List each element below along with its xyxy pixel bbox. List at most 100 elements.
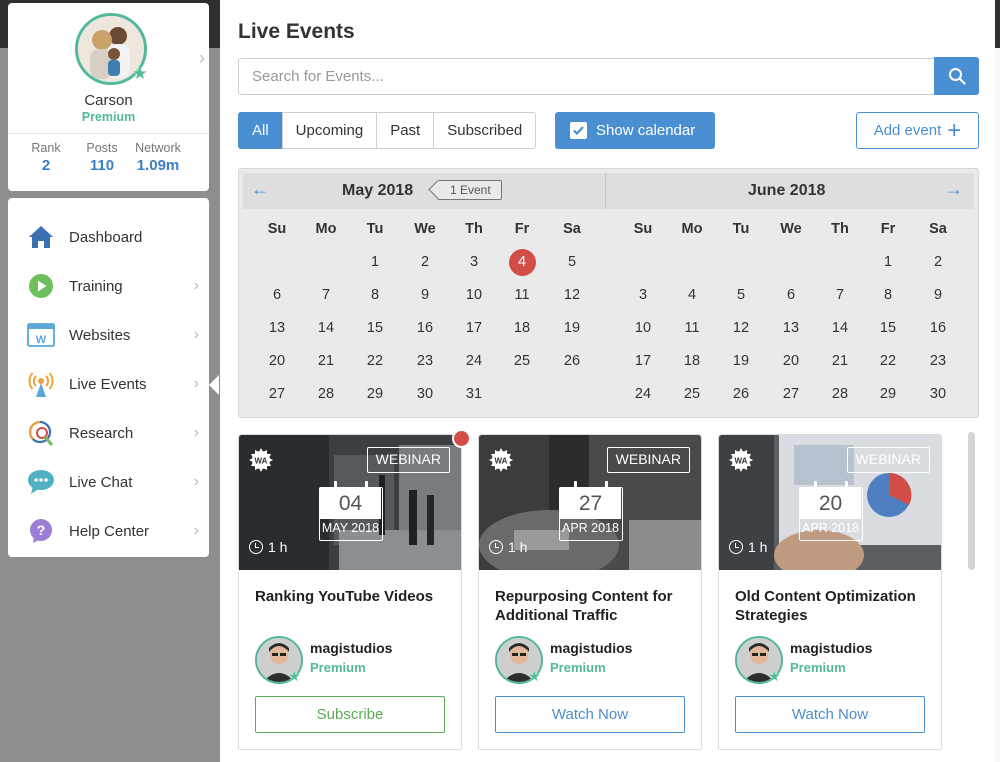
calendar-day[interactable]: 6 bbox=[257, 287, 297, 303]
search-input[interactable] bbox=[238, 58, 935, 95]
calendar-day[interactable]: 1 bbox=[355, 254, 395, 270]
calendar-day[interactable]: 29 bbox=[355, 386, 395, 402]
calendar-day[interactable]: 9 bbox=[918, 287, 958, 303]
sidebar-item-help-center[interactable]: ? Help Center › bbox=[8, 509, 209, 553]
calendar-day[interactable]: 22 bbox=[355, 353, 395, 369]
calendar-day[interactable]: 12 bbox=[552, 287, 592, 303]
calendar-day[interactable]: 27 bbox=[771, 386, 811, 402]
calendar-day[interactable]: 30 bbox=[918, 386, 958, 402]
sidebar-item-research[interactable]: Research › bbox=[8, 411, 209, 455]
calendar-day[interactable]: 25 bbox=[502, 353, 542, 369]
event-title[interactable]: Ranking YouTube Videos bbox=[255, 587, 451, 606]
calendar-day[interactable]: 5 bbox=[552, 254, 592, 270]
host-name[interactable]: magistudios bbox=[790, 640, 872, 656]
calendar-day[interactable]: 15 bbox=[355, 320, 395, 336]
calendar-day[interactable]: 19 bbox=[552, 320, 592, 336]
host-name[interactable]: magistudios bbox=[550, 640, 632, 656]
calendar-day[interactable]: 2 bbox=[918, 254, 958, 270]
calendar-day[interactable]: 17 bbox=[623, 353, 663, 369]
filter-all-button[interactable]: All bbox=[238, 112, 283, 149]
calendar-day[interactable]: 13 bbox=[257, 320, 297, 336]
calendar-day[interactable]: 11 bbox=[502, 287, 542, 303]
calendar-day[interactable]: 6 bbox=[771, 287, 811, 303]
search-button[interactable] bbox=[934, 57, 979, 95]
calendar-day[interactable]: 20 bbox=[257, 353, 297, 369]
calendar-day[interactable]: 7 bbox=[306, 287, 346, 303]
calendar-day[interactable]: 19 bbox=[721, 353, 761, 369]
calendar-day[interactable]: 3 bbox=[623, 287, 663, 303]
event-date-day: 20 bbox=[800, 488, 861, 519]
calendar-day[interactable]: 16 bbox=[918, 320, 958, 336]
month-title-may: May 2018 bbox=[342, 182, 414, 199]
calendar-day[interactable]: 25 bbox=[672, 386, 712, 402]
event-title[interactable]: Repurposing Content for Additional Traff… bbox=[495, 587, 691, 625]
calendar-day[interactable]: 20 bbox=[771, 353, 811, 369]
calendar-day[interactable]: 28 bbox=[820, 386, 860, 402]
calendar-day[interactable]: 23 bbox=[918, 353, 958, 369]
calendar-day[interactable]: 27 bbox=[257, 386, 297, 402]
calendar-day[interactable]: 1 bbox=[868, 254, 908, 270]
calendar-day[interactable]: 10 bbox=[454, 287, 494, 303]
calendar-day[interactable]: 3 bbox=[454, 254, 494, 270]
event-card[interactable]: WA WEBINAR 04 MAY 2018 1 h Ranking YouTu… bbox=[238, 429, 471, 750]
calendar-day[interactable]: 13 bbox=[771, 320, 811, 336]
sidebar-item-live-events[interactable]: Live Events › bbox=[8, 362, 209, 406]
profile-avatar[interactable]: ★ bbox=[75, 13, 148, 85]
calendar-day[interactable]: 18 bbox=[502, 320, 542, 336]
profile-chevron-right-icon[interactable]: › bbox=[199, 48, 205, 69]
calendar-day[interactable]: 8 bbox=[868, 287, 908, 303]
sidebar-item-training[interactable]: Training › bbox=[8, 264, 209, 308]
filter-past-button[interactable]: Past bbox=[376, 112, 435, 149]
sidebar-item-dashboard[interactable]: Dashboard bbox=[8, 215, 209, 259]
show-calendar-toggle[interactable]: Show calendar bbox=[555, 112, 715, 149]
calendar-day[interactable]: 29 bbox=[868, 386, 908, 402]
calendar-day[interactable]: 22 bbox=[868, 353, 908, 369]
subscribe-button[interactable]: Subscribe bbox=[255, 696, 445, 733]
calendar-day[interactable]: 12 bbox=[721, 320, 761, 336]
calendar-day[interactable]: 4 bbox=[672, 287, 712, 303]
calendar-day[interactable]: 26 bbox=[552, 353, 592, 369]
calendar-day[interactable]: 21 bbox=[820, 353, 860, 369]
calendar-day[interactable]: 18 bbox=[672, 353, 712, 369]
calendar-day[interactable]: 23 bbox=[405, 353, 445, 369]
calendar-day[interactable]: 31 bbox=[454, 386, 494, 402]
event-card[interactable]: WA WEBINAR 20 APR 2018 1 h Old Content O… bbox=[718, 434, 942, 750]
calendar-day[interactable]: 8 bbox=[355, 287, 395, 303]
previous-month-arrow-icon[interactable]: ← bbox=[251, 179, 269, 200]
clock-icon bbox=[489, 540, 503, 554]
chevron-right-icon: › bbox=[193, 473, 199, 490]
calendar-day[interactable]: 28 bbox=[306, 386, 346, 402]
calendar-day[interactable]: 17 bbox=[454, 320, 494, 336]
watch-now-button[interactable]: Watch Now bbox=[495, 696, 685, 733]
calendar-day[interactable]: 7 bbox=[820, 287, 860, 303]
calendar-day-event[interactable]: 4 bbox=[502, 249, 542, 276]
calendar-day[interactable]: 11 bbox=[672, 320, 712, 336]
calendar-day[interactable]: 10 bbox=[623, 320, 663, 336]
event-card[interactable]: WA WEBINAR 27 APR 2018 1 h Repurposing C… bbox=[478, 434, 702, 750]
calendar-day[interactable]: 9 bbox=[405, 287, 445, 303]
calendar-day[interactable]: 24 bbox=[454, 353, 494, 369]
calendar-day[interactable]: 16 bbox=[405, 320, 445, 336]
calendar-day[interactable]: 21 bbox=[306, 353, 346, 369]
calendar-day[interactable]: 14 bbox=[820, 320, 860, 336]
calendar-day[interactable]: 5 bbox=[721, 287, 761, 303]
watch-now-button[interactable]: Watch Now bbox=[735, 696, 925, 733]
sidebar-item-websites[interactable]: W Websites › bbox=[8, 313, 209, 357]
events-scrollbar[interactable] bbox=[968, 432, 975, 570]
calendar-day[interactable]: 15 bbox=[868, 320, 908, 336]
svg-text:WA: WA bbox=[255, 457, 268, 466]
filter-subscribed-button[interactable]: Subscribed bbox=[433, 112, 537, 149]
filter-upcoming-button[interactable]: Upcoming bbox=[281, 112, 378, 149]
calendar-day[interactable]: 26 bbox=[721, 386, 761, 402]
calendar-day[interactable]: 14 bbox=[306, 320, 346, 336]
calendar-day[interactable]: 2 bbox=[405, 254, 445, 270]
calendar-day[interactable]: 30 bbox=[405, 386, 445, 402]
next-month-arrow-icon[interactable]: → bbox=[945, 179, 963, 200]
host-name[interactable]: magistudios bbox=[310, 640, 392, 656]
add-event-button[interactable]: Add event + bbox=[856, 112, 979, 149]
calendar-day[interactable]: 24 bbox=[623, 386, 663, 402]
sidebar-item-live-chat[interactable]: Live Chat › bbox=[8, 460, 209, 504]
event-count-tag[interactable]: 1 Event bbox=[437, 180, 502, 200]
event-title[interactable]: Old Content Optimization Strategies bbox=[735, 587, 931, 625]
month-title-june: June 2018 bbox=[748, 182, 826, 199]
